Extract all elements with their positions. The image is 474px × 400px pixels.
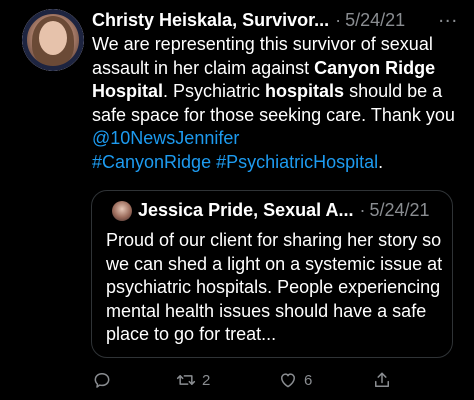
- header-separator: ·: [335, 9, 342, 30]
- like-button[interactable]: 6: [278, 370, 312, 390]
- share-button[interactable]: [372, 370, 392, 390]
- quoted-tweet-date: 5/24/21: [369, 200, 430, 220]
- retweet-button[interactable]: 2: [176, 370, 210, 390]
- like-count: 6: [304, 371, 313, 389]
- hashtag-link[interactable]: #PsychiatricHospital: [216, 152, 378, 172]
- tweet-text-bold: hospitals: [265, 81, 345, 101]
- tweet-date[interactable]: 5/24/21: [345, 10, 405, 31]
- tweet-text: We are representing this survivor of sex…: [92, 33, 462, 174]
- retweet-count: 2: [202, 371, 211, 389]
- tweet-text-end: .: [378, 151, 384, 172]
- hashtag-link[interactable]: #CanyonRidge: [92, 152, 211, 172]
- author-name[interactable]: Christy Heiskala, Survivor...: [92, 10, 329, 31]
- quoted-tweet-header: Jessica Pride, Sexual A... · 5/24/21: [138, 200, 430, 221]
- quoted-tweet-text: Proud of our client for sharing her stor…: [106, 230, 443, 344]
- avatar-ring: [22, 9, 84, 71]
- retweet-icon: [176, 375, 196, 385]
- more-options-icon[interactable]: ...: [438, 5, 458, 28]
- tweet[interactable]: Christy Heiskala, Survivor... · 5/24/21 …: [0, 0, 474, 400]
- tweet-header: Christy Heiskala, Survivor... · 5/24/21 …: [92, 5, 458, 31]
- reply-button[interactable]: [92, 370, 112, 390]
- quoted-author-avatar: [112, 201, 132, 221]
- quoted-header-separator: ·: [359, 200, 366, 220]
- heart-icon: [281, 373, 295, 388]
- share-icon: [375, 372, 389, 387]
- reply-icon: [94, 373, 110, 388]
- tweet-text-part: . Psychiatric: [163, 81, 266, 101]
- author-avatar[interactable]: [22, 9, 84, 71]
- quoted-author-name: Jessica Pride, Sexual A...: [138, 200, 354, 220]
- quoted-tweet[interactable]: Jessica Pride, Sexual A... · 5/24/21 Pro…: [91, 190, 453, 358]
- tweet-actions: 2 6: [92, 370, 472, 394]
- mention-link[interactable]: @10NewsJennifer: [92, 128, 239, 148]
